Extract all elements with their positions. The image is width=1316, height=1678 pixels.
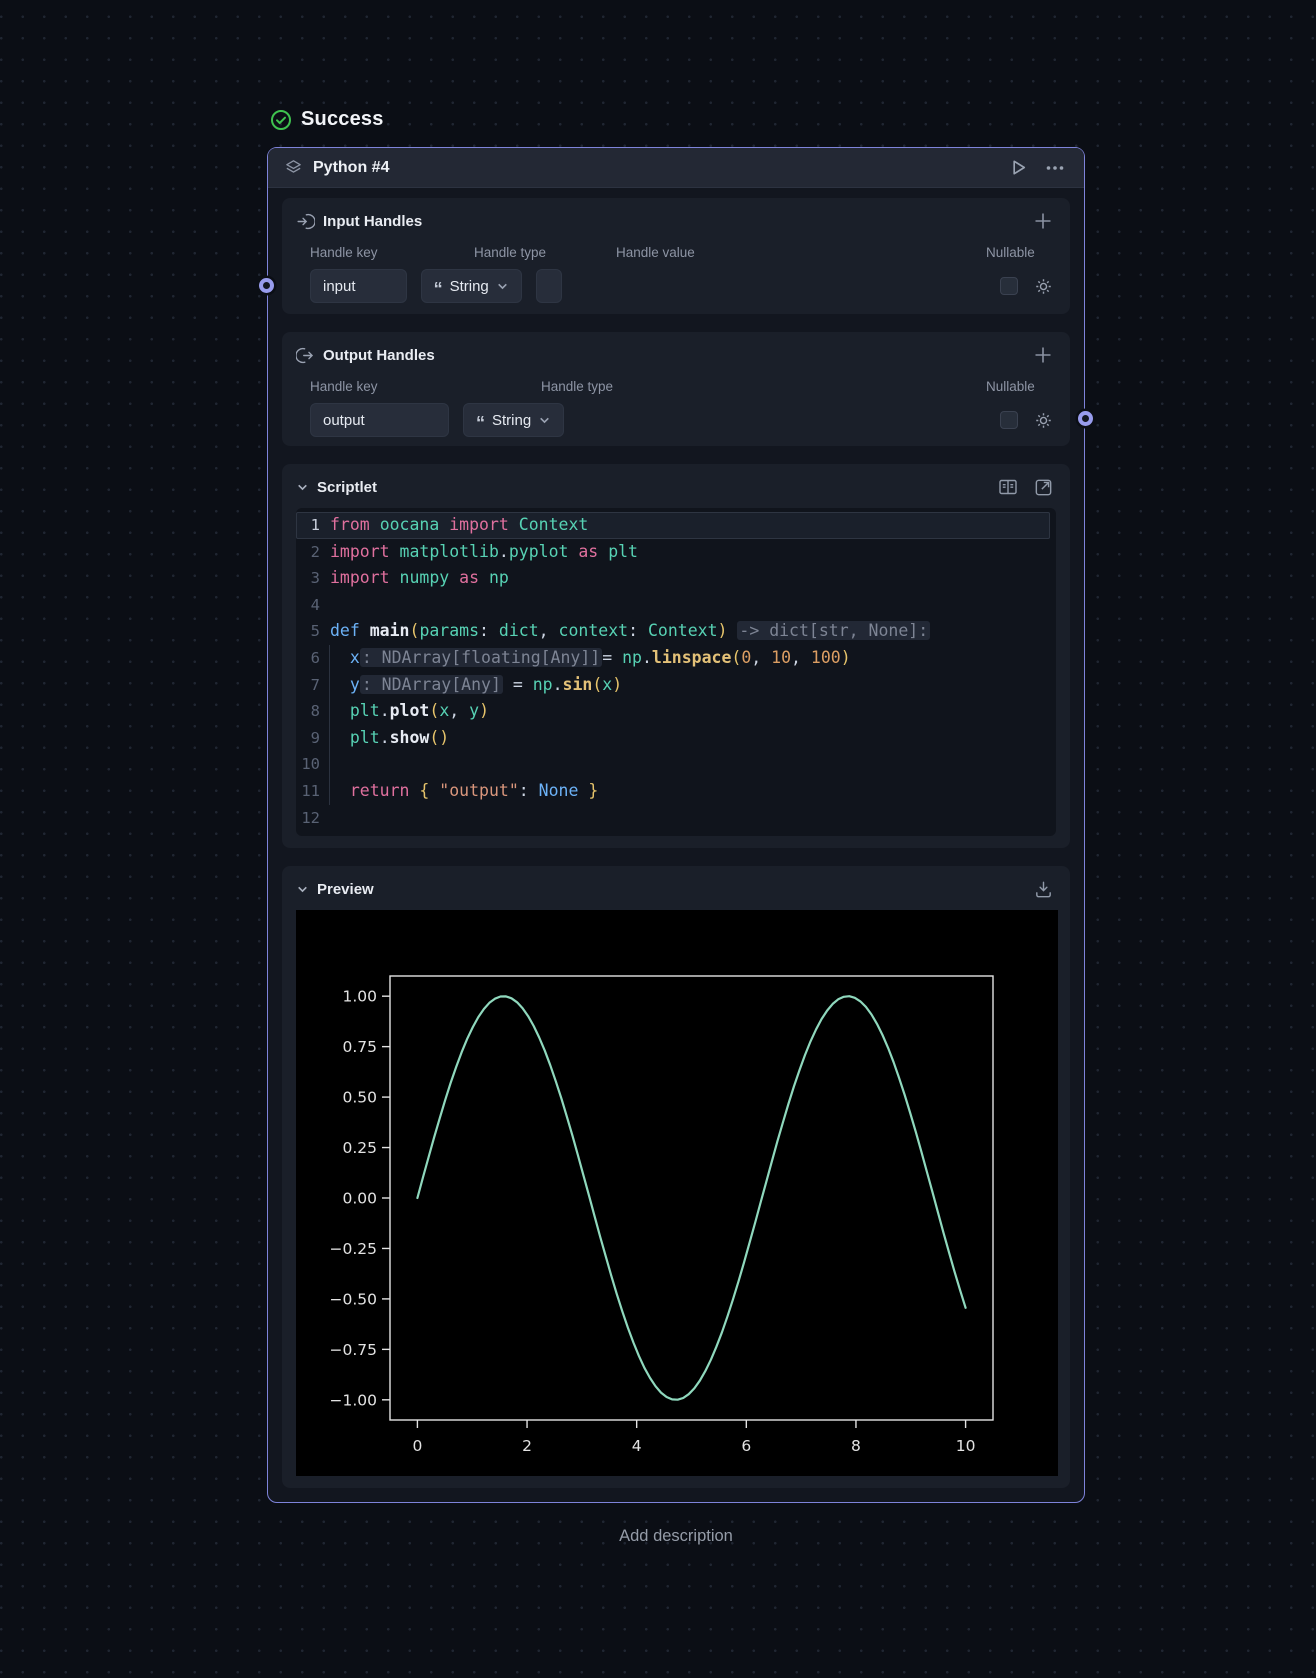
- svg-text:2: 2: [522, 1437, 532, 1455]
- preview-title: Preview: [317, 881, 374, 898]
- more-options-button[interactable]: [1042, 155, 1068, 181]
- collapse-chevron-icon[interactable]: [296, 883, 309, 896]
- run-button[interactable]: [1005, 154, 1032, 181]
- string-type-icon: “: [476, 418, 485, 428]
- input-handle-row: “ String: [310, 269, 1056, 303]
- chevron-down-icon: [496, 280, 509, 293]
- code-line-9: 9 plt.show(): [296, 725, 1050, 752]
- input-handles-title: Input Handles: [323, 213, 422, 230]
- column-label-handle-key: Handle key: [310, 379, 527, 394]
- svg-text:10: 10: [956, 1437, 976, 1455]
- python-node: Python #4 Input Hand: [267, 147, 1085, 1503]
- svg-text:8: 8: [851, 1437, 861, 1455]
- code-line-12: 12: [296, 805, 1050, 832]
- svg-text:0.75: 0.75: [342, 1038, 377, 1056]
- input-connector-dot[interactable]: [259, 278, 274, 293]
- code-line-10: 10: [296, 751, 1050, 778]
- handle-value-input[interactable]: [536, 269, 562, 303]
- code-line-1: 1from oocana import Context: [296, 512, 1050, 539]
- column-label-handle-type: Handle type: [474, 245, 602, 260]
- svg-text:4: 4: [632, 1437, 642, 1455]
- flow-canvas[interactable]: Success Python #4: [0, 0, 1316, 1678]
- svg-text:−0.25: −0.25: [330, 1240, 378, 1258]
- code-line-11: 11 return { "output": None }: [296, 778, 1050, 805]
- preview-section: Preview 0246810−1.00−0.75−0.50−0.250.000…: [282, 866, 1070, 1488]
- column-label-handle-key: Handle key: [310, 245, 460, 260]
- svg-text:0.25: 0.25: [342, 1139, 377, 1157]
- nullable-checkbox[interactable]: [1000, 411, 1018, 429]
- string-type-icon: “: [434, 284, 443, 294]
- chevron-down-icon: [538, 414, 551, 427]
- collapse-chevron-icon[interactable]: [296, 481, 309, 494]
- add-input-handle-button[interactable]: [1030, 208, 1056, 234]
- docs-book-icon[interactable]: [995, 474, 1021, 500]
- output-handles-title: Output Handles: [323, 347, 435, 364]
- matplotlib-preview: 0 2 4 6 8 10 −1.00 −0.75 −0.50 −0.25 0.00 0.25 0.50 0…: [296, 910, 1056, 1476]
- svg-text:−0.50: −0.50: [330, 1290, 378, 1308]
- input-handles-section: Input Handles Handle key Handle type Han…: [282, 198, 1070, 314]
- column-label-nullable: Nullable: [986, 379, 1056, 394]
- column-label-handle-type: Handle type: [541, 379, 972, 394]
- handle-type-select[interactable]: “ String: [421, 269, 522, 303]
- svg-text:1.00: 1.00: [342, 988, 377, 1006]
- status-label: Success: [301, 108, 384, 131]
- download-icon[interactable]: [1031, 877, 1056, 902]
- handle-type-value: String: [492, 412, 531, 429]
- node-title: Python #4: [313, 159, 389, 177]
- handle-settings-button[interactable]: [1031, 274, 1056, 299]
- code-line-5: 5def main(params: dict, context: Context…: [296, 618, 1050, 645]
- svg-text:−1.00: −1.00: [330, 1391, 378, 1409]
- handle-type-select[interactable]: “ String: [463, 403, 564, 437]
- output-connector-dot[interactable]: [1078, 411, 1093, 426]
- handle-type-value: String: [450, 278, 489, 295]
- svg-text:−0.75: −0.75: [330, 1341, 378, 1359]
- scriptlet-section: Scriptlet: [282, 464, 1070, 848]
- code-line-4: 4: [296, 592, 1050, 619]
- svg-text:0.50: 0.50: [342, 1089, 377, 1107]
- preview-plot: 0 2 4 6 8 10 −1.00 −0.75 −0.50 −0.25 0.00 0.25 0.50 0…: [296, 910, 1058, 1476]
- check-circle-icon: [270, 109, 292, 131]
- input-handles-icon: [296, 212, 315, 231]
- code-line-2: 2import matplotlib.pyplot as plt: [296, 539, 1050, 566]
- code-line-6: 6 x: NDArray[floating[Any]]= np.linspace…: [296, 645, 1050, 672]
- output-handles-icon: [296, 346, 315, 365]
- add-description-button[interactable]: Add description: [267, 1527, 1085, 1546]
- code-line-7: 7 y: NDArray[Any] = np.sin(x): [296, 672, 1050, 699]
- code-line-8: 8 plt.plot(x, y): [296, 698, 1050, 725]
- add-output-handle-button[interactable]: [1030, 342, 1056, 368]
- svg-text:0.00: 0.00: [342, 1190, 377, 1208]
- handle-key-input[interactable]: [310, 269, 407, 303]
- layers-icon: [284, 158, 303, 177]
- code-editor[interactable]: 1from oocana import Context2import matpl…: [296, 508, 1056, 836]
- handle-key-input[interactable]: [310, 403, 449, 437]
- output-handle-row: “ String: [310, 403, 1056, 437]
- scriptlet-title: Scriptlet: [317, 479, 377, 496]
- code-line-3: 3import numpy as np: [296, 565, 1050, 592]
- node-header[interactable]: Python #4: [268, 148, 1084, 188]
- svg-text:0: 0: [412, 1437, 422, 1455]
- column-label-nullable: Nullable: [986, 245, 1056, 260]
- open-external-icon[interactable]: [1031, 475, 1056, 500]
- handle-settings-button[interactable]: [1031, 408, 1056, 433]
- code-lines: 1from oocana import Context2import matpl…: [296, 512, 1050, 831]
- output-handles-section: Output Handles Handle key Handle type Nu…: [282, 332, 1070, 446]
- nullable-checkbox[interactable]: [1000, 277, 1018, 295]
- svg-text:6: 6: [741, 1437, 751, 1455]
- column-label-handle-value: Handle value: [616, 245, 972, 260]
- status-badge: Success: [270, 108, 384, 131]
